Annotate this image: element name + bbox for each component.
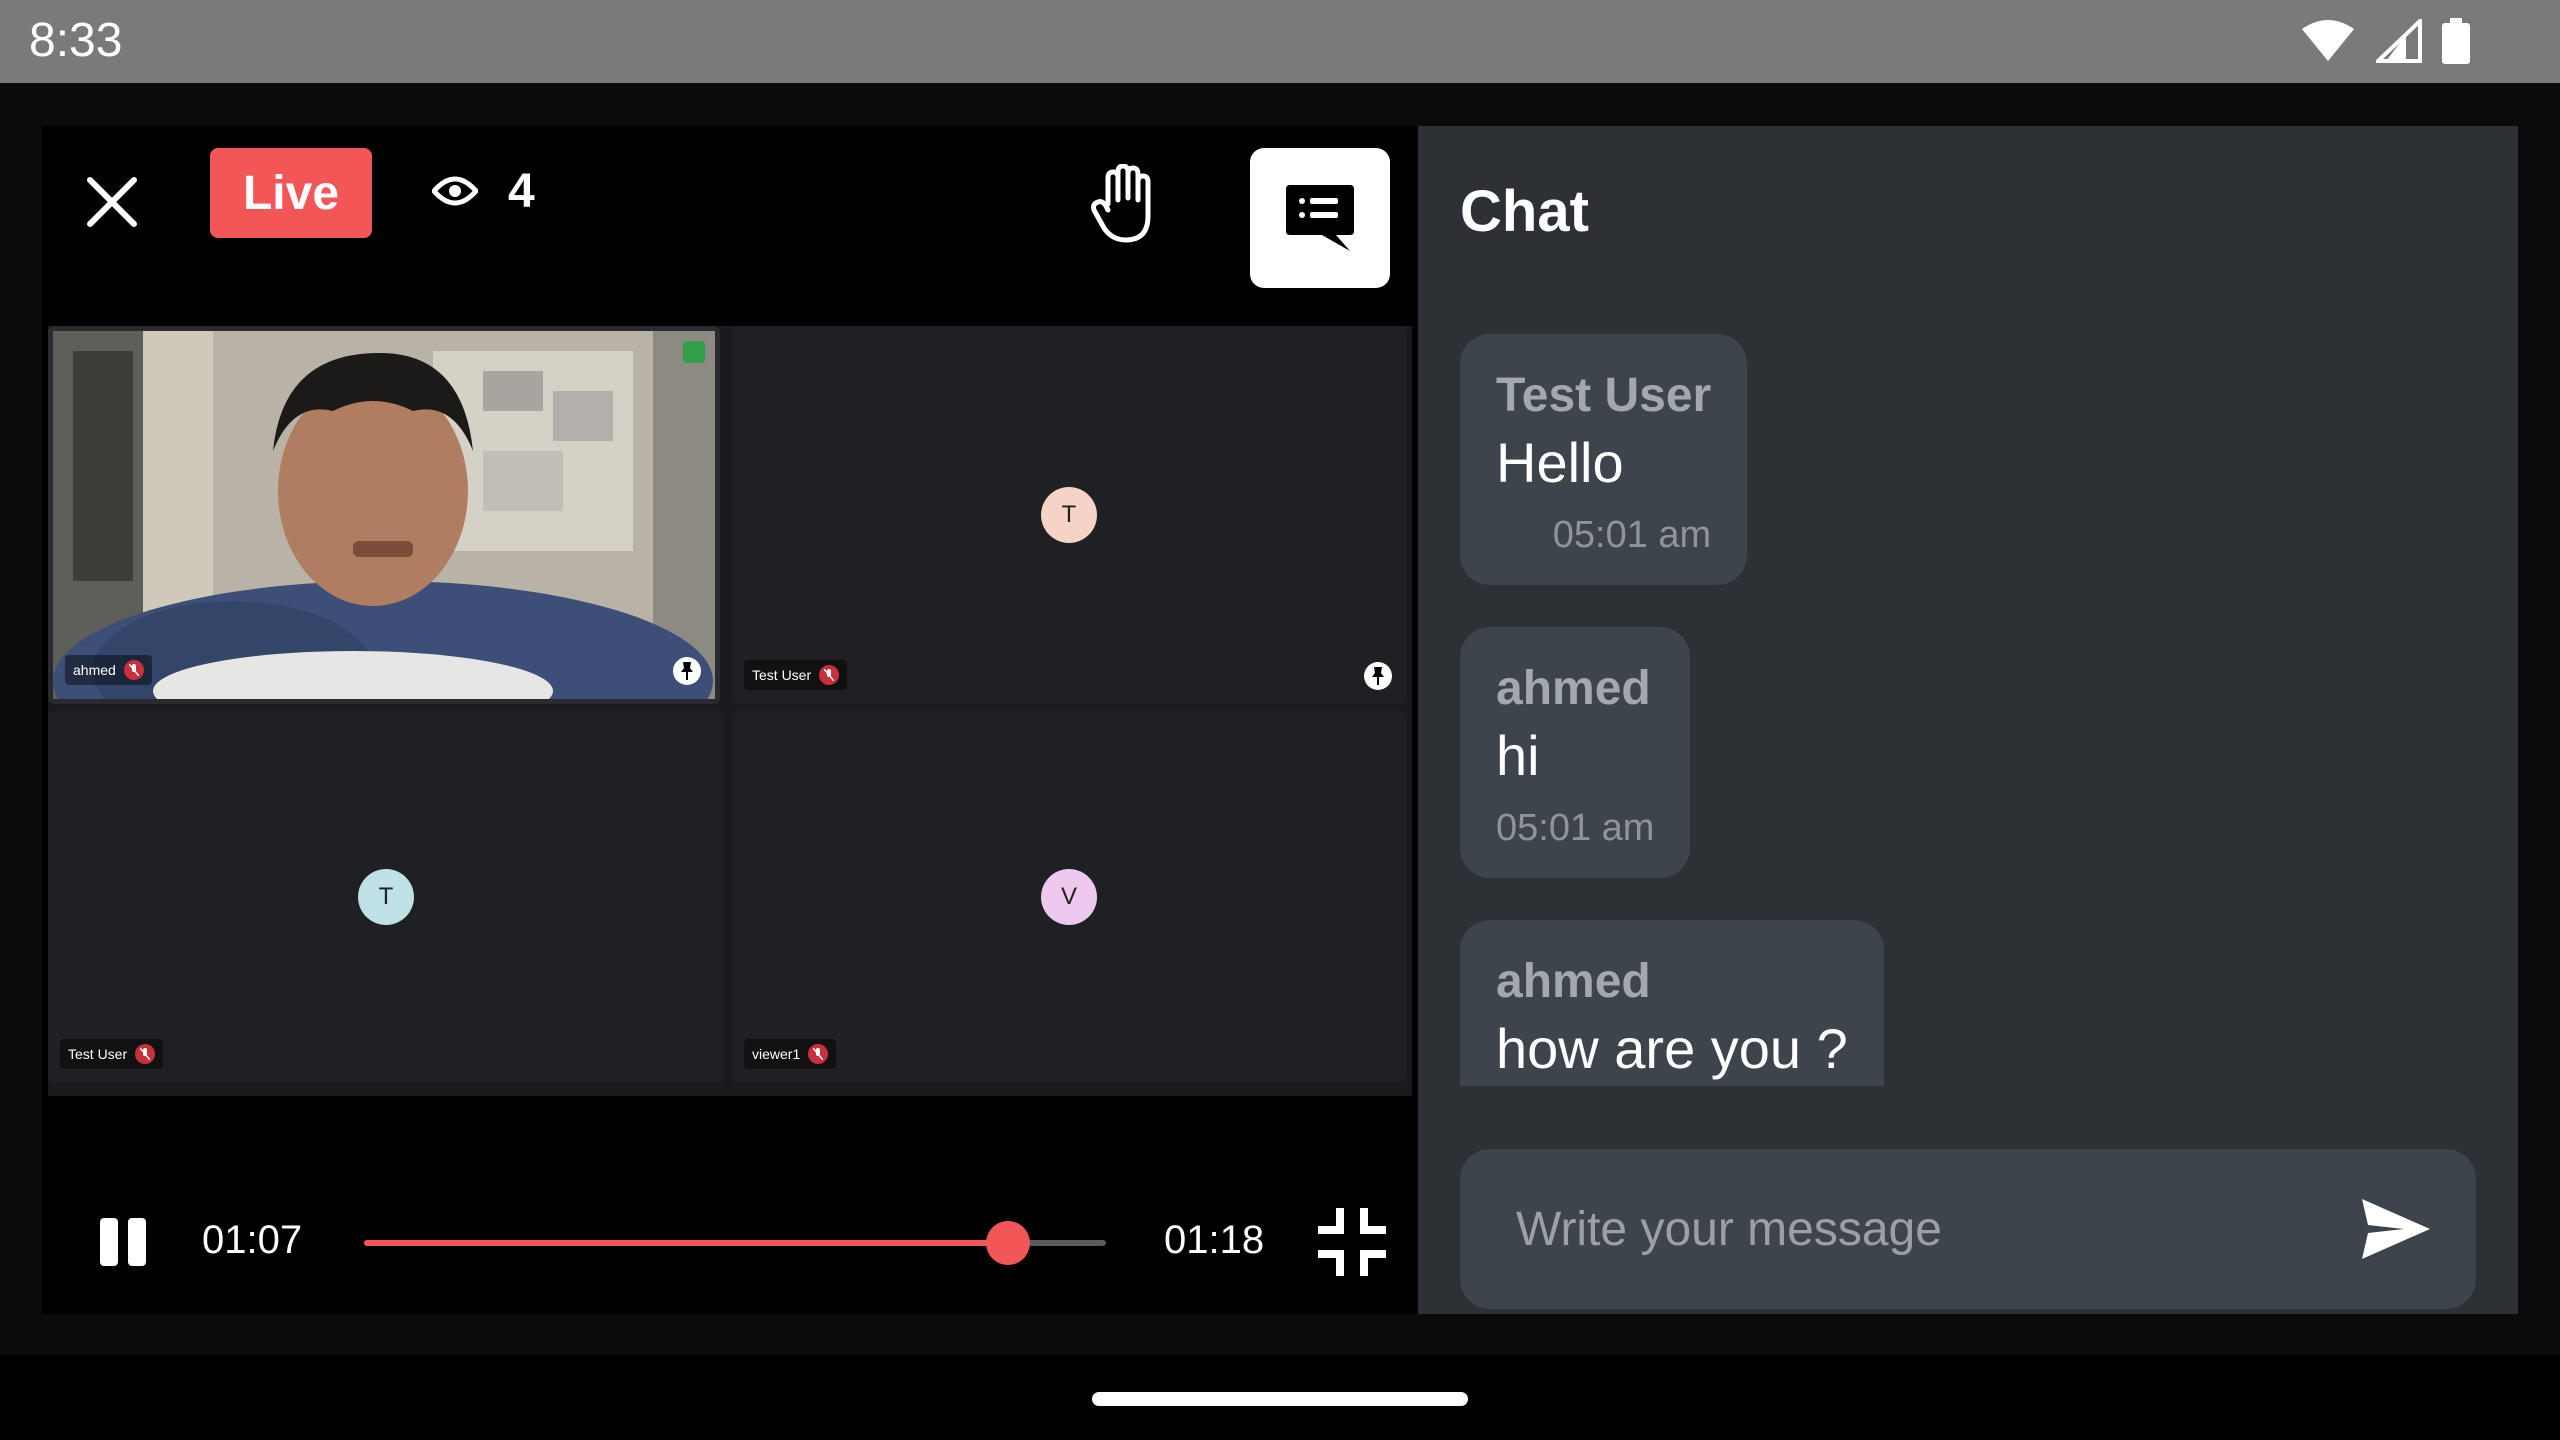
seek-bar-progress [364, 1240, 1009, 1246]
message-text: Hello [1496, 431, 1624, 495]
mic-off-icon [135, 1044, 156, 1064]
cellular-signal-icon [2376, 19, 2422, 63]
navigation-handle[interactable] [1092, 1392, 1468, 1406]
chat-panel: Chat Test User Hello 05:01 am ahmed hi 0… [1418, 126, 2518, 1314]
participant-tile[interactable]: T Test User [48, 711, 724, 1083]
participant-avatar: T [358, 869, 414, 925]
current-time: 01:07 [202, 1218, 303, 1262]
message-input[interactable] [1516, 1187, 2316, 1271]
participant-name-chip: Test User [60, 1039, 164, 1069]
chat-icon [1286, 185, 1354, 251]
seek-bar[interactable] [364, 1221, 1106, 1265]
message-sender: ahmed [1496, 954, 1651, 1008]
raise-hand-icon[interactable] [1090, 164, 1164, 244]
exit-fullscreen-icon[interactable] [1314, 1204, 1390, 1280]
pin-icon[interactable] [1364, 662, 1392, 690]
chat-title: Chat [1460, 179, 1589, 244]
participant-name-chip: Test User [744, 660, 848, 690]
chat-message: ahmed hi 05:01 am [1460, 626, 1691, 878]
participant-avatar: V [1041, 869, 1097, 925]
video-panel: Live 4 ahmed T Test User T Test User V v… [42, 126, 1418, 1314]
participant-avatar: T [1041, 487, 1097, 543]
viewer-count: 4 [432, 156, 535, 226]
chat-message: Test User Hello 05:01 am [1460, 334, 1748, 585]
participant-grid: ahmed T Test User T Test User V viewer1 [48, 326, 1412, 1096]
video-top-bar: Live 4 [42, 126, 1418, 326]
participant-name-chip: viewer1 [744, 1039, 837, 1069]
close-icon[interactable] [80, 170, 144, 234]
viewer-count-value: 4 [508, 164, 535, 218]
status-icons [2300, 18, 2470, 64]
participant-tile[interactable]: ahmed [48, 326, 720, 704]
participant-name: Test User [68, 1046, 128, 1062]
pause-icon[interactable] [98, 1216, 150, 1268]
message-text: hi [1496, 724, 1540, 788]
participant-name: Test User [752, 667, 812, 683]
message-sender: Test User [1496, 369, 1712, 422]
participant-name-chip: ahmed [65, 655, 152, 685]
network-signal-icon [683, 341, 705, 363]
chat-message: ahmed how are you ? [1460, 919, 1884, 1086]
pin-icon[interactable] [673, 657, 701, 685]
participant-video [53, 331, 715, 699]
message-composer [1460, 1149, 2476, 1309]
seek-bar-thumb[interactable] [986, 1221, 1031, 1265]
participant-name: viewer1 [752, 1046, 801, 1062]
message-sender: ahmed [1496, 661, 1651, 715]
total-time: 01:18 [1164, 1218, 1265, 1262]
participant-tile[interactable]: T Test User [732, 326, 1406, 704]
message-time: 05:01 am [1496, 806, 1655, 849]
mic-off-icon [808, 1044, 829, 1064]
message-time: 05:01 am [1552, 513, 1712, 556]
message-text: how are you ? [1496, 1017, 1848, 1081]
battery-icon [2442, 18, 2470, 64]
send-icon[interactable] [2360, 1197, 2432, 1261]
live-badge: Live [210, 148, 372, 238]
status-bar: 8:33 [0, 0, 2560, 83]
participant-tile[interactable]: V viewer1 [732, 711, 1406, 1083]
eye-icon [432, 176, 478, 206]
chat-toggle-button[interactable] [1250, 148, 1390, 288]
playback-controls: 01:07 01:18 [42, 1126, 1418, 1306]
wifi-icon [2302, 20, 2354, 61]
status-time: 8:33 [29, 14, 123, 67]
mic-off-icon [123, 660, 144, 680]
app-content: Live 4 ahmed T Test User T Test User V v… [0, 83, 2560, 1355]
chat-messages: Test User Hello 05:01 am ahmed hi 05:01 … [1460, 334, 2460, 1086]
participant-name: ahmed [73, 662, 116, 678]
mic-off-icon [819, 665, 840, 685]
